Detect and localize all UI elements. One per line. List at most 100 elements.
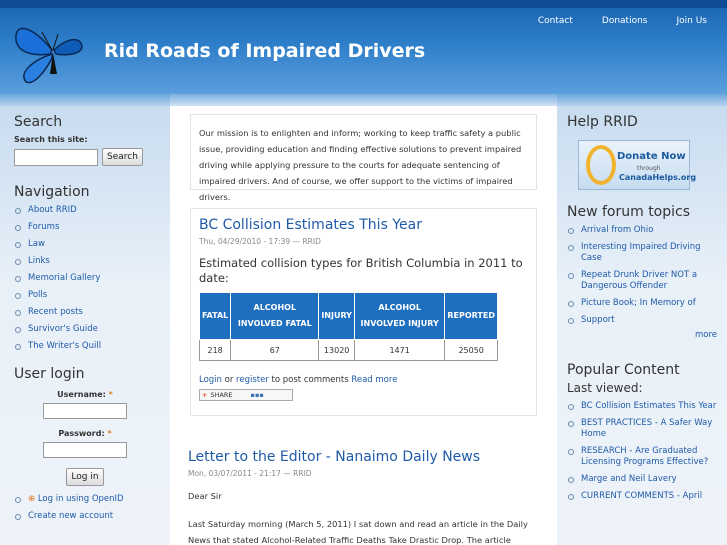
- list-item[interactable]: Marge and Neil Lavery: [567, 474, 717, 485]
- username-label: Username:: [57, 390, 106, 399]
- login-block: User login Username: * Password: * Log i…: [14, 366, 156, 522]
- search-label: Search this site:: [14, 135, 88, 144]
- openid-label[interactable]: Log in using OpenID: [38, 494, 124, 504]
- popular-list: BC Collision Estimates This Year BEST PR…: [567, 401, 717, 502]
- article-links: Login or register to post comments Read …: [199, 375, 528, 385]
- list-item[interactable]: BEST PRACTICES - A Safer Way Home: [567, 418, 717, 440]
- required-marker: *: [108, 390, 113, 399]
- nav-item-label[interactable]: Forums: [28, 222, 59, 232]
- search-input[interactable]: [14, 148, 98, 166]
- mission-statement: Our mission is to enlighten and inform; …: [190, 114, 537, 202]
- forum-topic-link[interactable]: Repeat Drunk Driver NOT a Dangerous Offe…: [581, 270, 697, 291]
- article-letter-editor: Letter to the Editor - Nanaimo Daily New…: [188, 449, 538, 545]
- list-item[interactable]: CURRENT COMMENTS - April: [567, 491, 717, 502]
- article-greeting: Dear Sir: [188, 491, 222, 501]
- login-button[interactable]: Log in: [66, 468, 104, 486]
- forum-topics-list: Arrival from Ohio Interesting Impaired D…: [567, 225, 717, 326]
- search-title: Search: [14, 114, 63, 130]
- nav-item-label[interactable]: Memorial Gallery: [28, 273, 100, 283]
- popular-link[interactable]: BEST PRACTICES - A Safer Way Home: [581, 418, 712, 439]
- article-title[interactable]: BC Collision Estimates This Year: [199, 217, 528, 233]
- popular-subtitle: Last viewed:: [567, 381, 643, 395]
- search-button[interactable]: Search: [102, 148, 143, 166]
- list-item[interactable]: BC Collision Estimates This Year: [567, 401, 717, 412]
- nav-donations-link[interactable]: Donations: [602, 16, 648, 26]
- nav-item-label[interactable]: Recent posts: [28, 307, 83, 317]
- forum-topic-link[interactable]: Picture Book; In Memory of: [581, 298, 696, 308]
- read-more-link[interactable]: Read more: [351, 375, 397, 385]
- donate-org-text: CanadaHelps.org: [619, 173, 697, 182]
- table-cell: 218: [198, 339, 232, 361]
- nav-item-law[interactable]: Law: [14, 239, 156, 250]
- list-item[interactable]: Interesting Impaired Driving Case: [567, 242, 717, 264]
- table-cell: 25050: [444, 339, 498, 361]
- nav-join-link[interactable]: Join Us: [676, 16, 707, 26]
- forum-topic-link[interactable]: Support: [581, 315, 615, 325]
- list-item[interactable]: Repeat Drunk Driver NOT a Dangerous Offe…: [567, 270, 717, 292]
- nav-item-label[interactable]: Links: [28, 256, 50, 266]
- list-item[interactable]: Picture Book; In Memory of: [567, 298, 717, 309]
- site-name[interactable]: Rid Roads of Impaired Drivers: [104, 40, 425, 62]
- popular-link[interactable]: BC Collision Estimates This Year: [581, 401, 716, 411]
- share-button[interactable]: + SHARE ▪▪▪: [199, 389, 293, 401]
- donate-text: Donate Now: [617, 151, 686, 162]
- nav-item-about[interactable]: About RRID: [14, 205, 156, 216]
- forum-topic-link[interactable]: Interesting Impaired Driving Case: [581, 242, 701, 263]
- nav-item-label[interactable]: About RRID: [28, 205, 77, 215]
- site-header: Rid Roads of Impaired Drivers Contact Do…: [0, 0, 727, 94]
- main-top-strip: [170, 94, 557, 106]
- navigation-title: Navigation: [14, 184, 90, 200]
- nav-item-memorial-gallery[interactable]: Memorial Gallery: [14, 273, 156, 284]
- create-account-link[interactable]: Create new account: [14, 511, 156, 522]
- table-header: ALCOHOL INVOLVED FATAL: [230, 292, 320, 340]
- nav-item-polls[interactable]: Polls: [14, 290, 156, 301]
- password-input[interactable]: [43, 442, 127, 458]
- login-links: ⊕ Log in using OpenID Create new account: [14, 494, 156, 522]
- table-cell: 67: [230, 339, 320, 361]
- create-account-label[interactable]: Create new account: [28, 511, 113, 521]
- post-comments-text: to post comments: [271, 375, 349, 385]
- nav-item-forums[interactable]: Forums: [14, 222, 156, 233]
- table-row: 218 67 13020 1471 25050: [198, 339, 498, 361]
- nav-item-label[interactable]: Polls: [28, 290, 47, 300]
- popular-link[interactable]: RESEARCH - Are Graduated Licensing Progr…: [581, 446, 708, 467]
- collision-table: FATAL ALCOHOL INVOLVED FATAL INJURY ALCO…: [198, 292, 498, 361]
- navigation-menu: About RRID Forums Law Links Memorial Gal…: [14, 205, 156, 352]
- table-cell: 13020: [318, 339, 355, 361]
- butterfly-logo-icon[interactable]: [12, 20, 92, 86]
- login-title: User login: [14, 366, 85, 382]
- nav-item-recent-posts[interactable]: Recent posts: [14, 307, 156, 318]
- username-input[interactable]: [43, 403, 127, 419]
- list-item[interactable]: RESEARCH - Are Graduated Licensing Progr…: [567, 446, 717, 468]
- list-item[interactable]: Support: [567, 315, 717, 326]
- popular-link[interactable]: CURRENT COMMENTS - April: [581, 491, 702, 501]
- table-cell: 1471: [353, 339, 446, 361]
- main-content: Our mission is to enlighten and inform; …: [170, 94, 557, 545]
- login-link[interactable]: Login: [199, 375, 222, 385]
- share-label: SHARE: [210, 391, 233, 399]
- share-plus-icon: +: [202, 391, 208, 399]
- nav-item-label[interactable]: The Writer's Quill: [28, 341, 101, 351]
- article-title[interactable]: Letter to the Editor - Nanaimo Daily New…: [188, 449, 538, 465]
- popular-link[interactable]: Marge and Neil Lavery: [581, 474, 677, 484]
- list-item[interactable]: Arrival from Ohio: [567, 225, 717, 236]
- share-service-icons: ▪▪▪: [250, 391, 264, 399]
- nav-contact-link[interactable]: Contact: [538, 16, 573, 26]
- nav-item-survivors-guide[interactable]: Survivor's Guide: [14, 324, 156, 335]
- forum-title: New forum topics: [567, 204, 691, 220]
- nav-item-links[interactable]: Links: [14, 256, 156, 267]
- popular-title: Popular Content: [567, 362, 680, 378]
- openid-link[interactable]: ⊕ Log in using OpenID: [14, 494, 156, 505]
- article-bc-collision: BC Collision Estimates This Year Thu, 04…: [190, 208, 537, 416]
- donate-banner[interactable]: Donate Now through CanadaHelps.org: [578, 140, 696, 190]
- register-link[interactable]: register: [236, 375, 269, 385]
- more-link[interactable]: more: [695, 330, 717, 340]
- table-header: ALCOHOL INVOLVED INJURY: [353, 292, 446, 340]
- nav-item-writers-quill[interactable]: The Writer's Quill: [14, 341, 156, 352]
- nav-item-label[interactable]: Survivor's Guide: [28, 324, 98, 334]
- nav-item-label[interactable]: Law: [28, 239, 45, 249]
- forum-topic-link[interactable]: Arrival from Ohio: [581, 225, 653, 235]
- table-header: INJURY: [318, 292, 355, 340]
- navigation-block: Navigation About RRID Forums Law Links M…: [14, 184, 156, 352]
- top-navigation: Contact Donations Join Us: [509, 16, 707, 26]
